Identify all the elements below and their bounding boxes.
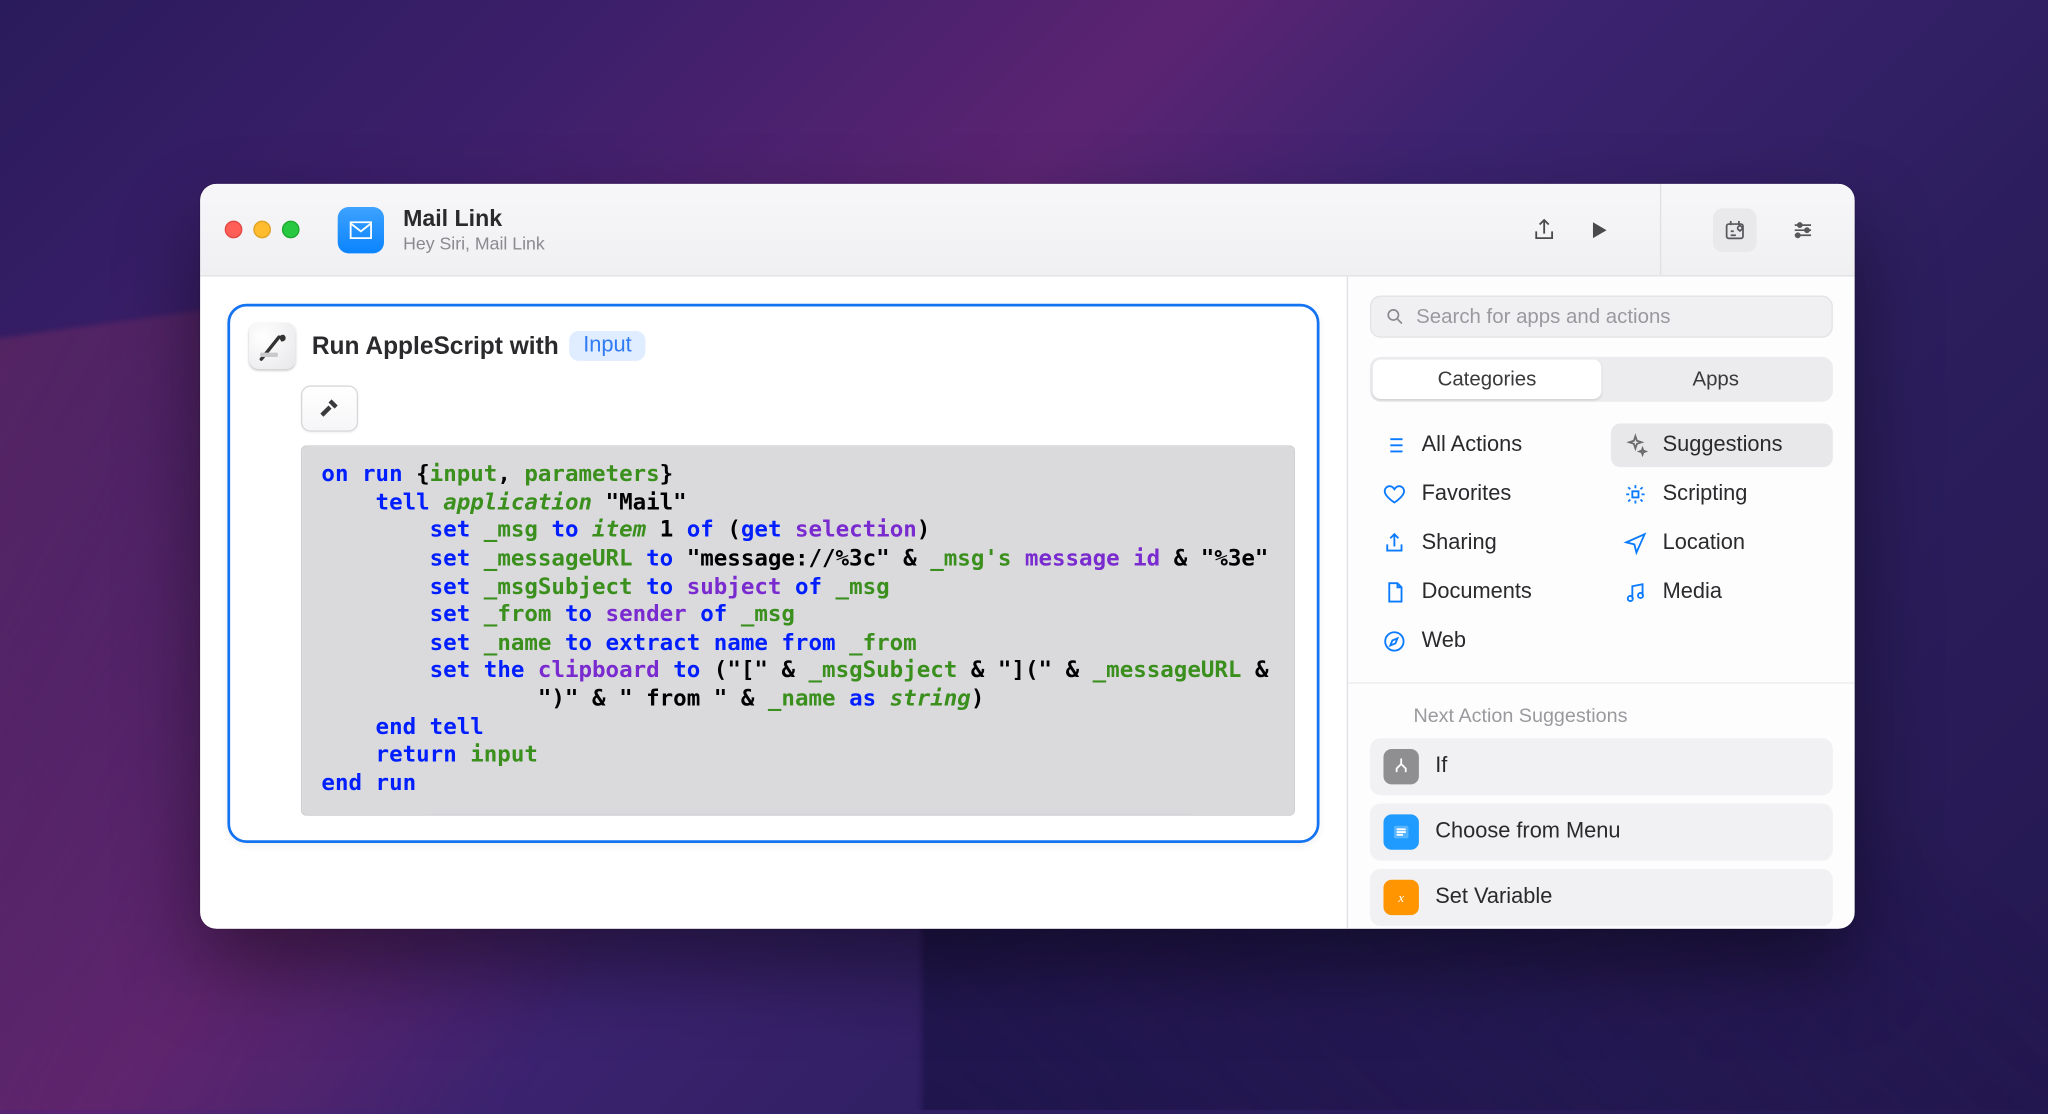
svg-text:x: x (1397, 891, 1404, 905)
applescript-icon (249, 323, 295, 369)
category-location[interactable]: Location (1611, 522, 1833, 566)
category-favorites[interactable]: Favorites (1370, 473, 1592, 517)
action-input-token[interactable]: Input (570, 331, 646, 361)
window-subtitle: Hey Siri, Mail Link (403, 233, 545, 254)
window-title-block: Mail Link Hey Siri, Mail Link (403, 205, 545, 254)
branch-icon (1383, 749, 1418, 784)
heart-icon (1382, 482, 1407, 507)
scripting-icon (1623, 482, 1648, 507)
location-icon (1623, 531, 1648, 556)
search-field[interactable] (1370, 296, 1833, 338)
library-mode-segmented[interactable]: Categories Apps (1370, 357, 1833, 402)
play-icon (1585, 216, 1612, 243)
compass-icon (1382, 629, 1407, 654)
share-icon (1531, 216, 1558, 243)
run-button[interactable] (1581, 212, 1616, 247)
close-window-button[interactable] (225, 221, 243, 239)
share-up-icon (1382, 531, 1407, 556)
suggestion-choose-from-menu[interactable]: Choose from Menu (1370, 803, 1833, 860)
library-panel-button[interactable] (1713, 208, 1757, 252)
run-applescript-action[interactable]: Run AppleScript with Input on run {input… (227, 304, 1319, 843)
segment-categories[interactable]: Categories (1373, 360, 1602, 399)
suggestion-set-variable[interactable]: x Set Variable (1370, 869, 1833, 926)
music-note-icon (1623, 580, 1648, 605)
category-documents[interactable]: Documents (1370, 571, 1592, 615)
category-scripting[interactable]: Scripting (1611, 473, 1833, 517)
titlebar-divider (1660, 184, 1661, 276)
category-web[interactable]: Web (1370, 620, 1592, 664)
category-media[interactable]: Media (1611, 571, 1833, 615)
action-title-text: Run AppleScript with (312, 332, 559, 361)
next-action-suggestions-list: If Choose from Menu x Set Variable (1348, 738, 1855, 929)
window-traffic-lights (225, 221, 300, 239)
minimize-window-button[interactable] (253, 221, 271, 239)
category-all-actions[interactable]: All Actions (1370, 424, 1592, 468)
sliders-icon (1791, 217, 1816, 242)
workflow-canvas[interactable]: Run AppleScript with Input on run {input… (200, 276, 1347, 928)
category-grid: All Actions Suggestions Favorites Script… (1348, 421, 1855, 684)
shortcut-app-icon (338, 206, 384, 252)
library-icon (1723, 217, 1748, 242)
menu-icon (1383, 814, 1418, 849)
category-suggestions[interactable]: Suggestions (1611, 424, 1833, 468)
share-button[interactable] (1526, 212, 1561, 247)
compile-script-button[interactable] (301, 385, 358, 431)
window-titlebar: Mail Link Hey Siri, Mail Link (200, 184, 1854, 277)
segment-apps[interactable]: Apps (1601, 360, 1830, 399)
shortcuts-editor-window: Mail Link Hey Siri, Mail Link (200, 184, 1854, 929)
sparkle-icon (1623, 433, 1648, 458)
suggestion-if[interactable]: If (1370, 738, 1833, 795)
next-action-suggestions-header: Next Action Suggestions (1348, 684, 1855, 738)
search-icon (1385, 306, 1405, 326)
category-sharing[interactable]: Sharing (1370, 522, 1592, 566)
mail-icon (347, 216, 374, 243)
hammer-icon (317, 396, 342, 421)
library-sidebar: Categories Apps All Actions Suggestions … (1347, 276, 1855, 928)
variable-icon: x (1383, 880, 1418, 915)
zoom-window-button[interactable] (282, 221, 300, 239)
search-input[interactable] (1416, 305, 1818, 328)
window-title: Mail Link (403, 205, 545, 233)
applescript-source[interactable]: on run {input, parameters} tell applicat… (301, 445, 1295, 815)
document-icon (1382, 580, 1407, 605)
list-icon (1382, 433, 1407, 458)
settings-panel-button[interactable] (1781, 208, 1825, 252)
